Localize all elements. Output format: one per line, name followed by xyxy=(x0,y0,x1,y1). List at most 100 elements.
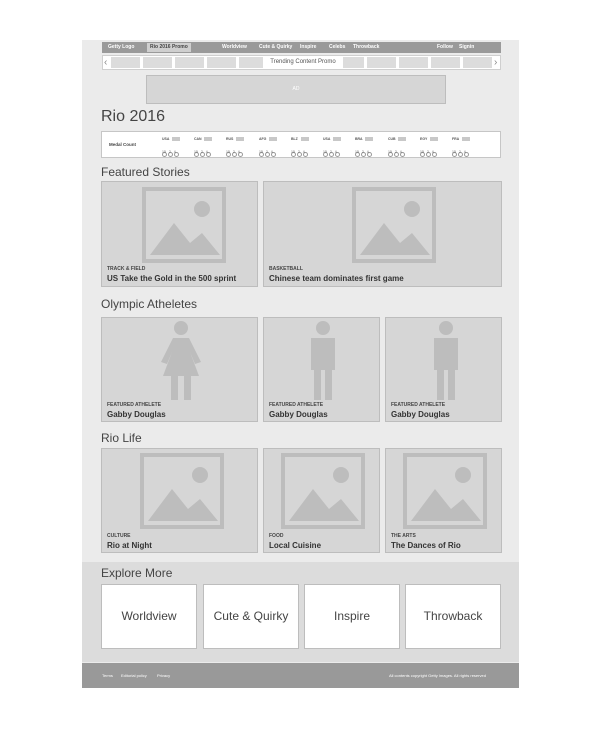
trending-tile[interactable] xyxy=(143,57,172,68)
copyright-text: All contents copyright Getty Images. All… xyxy=(389,673,486,678)
country-code: CUB xyxy=(388,137,396,141)
signin-link[interactable]: Signin xyxy=(459,42,474,53)
footer-link-privacy[interactable]: Privacy xyxy=(157,673,170,678)
flag-icon xyxy=(204,137,212,141)
flag-icon xyxy=(236,137,244,141)
flag-icon xyxy=(430,137,438,141)
athlete-name[interactable]: Gabby Douglas xyxy=(107,410,166,419)
flag-icon xyxy=(269,137,277,141)
flag-icon xyxy=(301,137,309,141)
medal-numbers: 15 2 4 xyxy=(355,150,369,154)
country-code: USA xyxy=(323,137,331,141)
country-code: BRA xyxy=(355,137,363,141)
explore-worldview-button[interactable]: Worldview xyxy=(101,584,197,649)
rio-life-heading: Rio Life xyxy=(101,431,142,445)
trending-tile[interactable] xyxy=(431,57,460,68)
athlete-card[interactable]: FEATURED ATHELETE Gabby Douglas xyxy=(385,317,502,422)
medal-country: CUB 15 2 4 xyxy=(388,137,414,157)
explore-inspire-button[interactable]: Inspire xyxy=(304,584,400,649)
featured-story-card[interactable]: BASKETBALL Chinese team dominates first … xyxy=(263,181,502,287)
country-code: BLZ xyxy=(291,137,298,141)
country-code: AFG xyxy=(259,137,267,141)
athlete-card[interactable]: FEATURED ATHELETE Gabby Douglas xyxy=(101,317,258,422)
rio-life-card[interactable]: THE ARTS The Dances of Rio xyxy=(385,448,502,553)
rio-promo-tab[interactable]: Rio 2016 Promo xyxy=(147,43,191,52)
athlete-name[interactable]: Gabby Douglas xyxy=(269,410,328,419)
chevron-right-icon[interactable]: › xyxy=(494,56,497,69)
country-code: EGY xyxy=(420,137,428,141)
explore-throwback-button[interactable]: Throwback xyxy=(405,584,501,649)
nav-link-celebs[interactable]: Celebs xyxy=(329,42,345,53)
medal-count-label: Medal Count xyxy=(109,142,136,147)
medal-country: USA 15 2 4 xyxy=(323,137,349,157)
story-category: THE ARTS xyxy=(391,533,416,539)
medal-country: RUS 15 2 4 xyxy=(226,137,252,157)
top-nav: Getty Logo Rio 2016 Promo Worldview Cute… xyxy=(102,42,501,53)
rio-life-card[interactable]: CULTURE Rio at Night xyxy=(101,448,258,553)
country-code: FRA xyxy=(452,137,460,141)
athlete-card[interactable]: FEATURED ATHELETE Gabby Douglas xyxy=(263,317,380,422)
footer-link-terms[interactable]: Terms xyxy=(102,673,113,678)
country-code: CAN xyxy=(194,137,202,141)
image-placeholder-icon xyxy=(140,453,224,529)
country-code: RUS xyxy=(226,137,234,141)
footer: Terms Editorial policy Privacy All conte… xyxy=(82,663,519,688)
trending-label: Trending Content Promo xyxy=(263,56,343,69)
story-title[interactable]: Rio at Night xyxy=(107,541,152,550)
trending-tile[interactable] xyxy=(111,57,140,68)
medal-country: BLZ 15 2 4 xyxy=(291,137,317,157)
story-title[interactable]: Chinese team dominates first game xyxy=(269,274,404,283)
flag-icon xyxy=(365,137,373,141)
rio-life-card[interactable]: FOOD Local Cuisine xyxy=(263,448,380,553)
medal-numbers: 15 2 4 xyxy=(388,150,402,154)
ad-banner[interactable]: AD xyxy=(146,75,446,104)
trending-tile[interactable] xyxy=(463,57,492,68)
male-figure-icon xyxy=(311,321,335,400)
female-figure-icon xyxy=(161,321,201,400)
nav-link-worldview[interactable]: Worldview xyxy=(222,42,247,53)
trending-tile[interactable] xyxy=(399,57,428,68)
featured-story-card[interactable]: TRACK & FIELD US Take the Gold in the 50… xyxy=(101,181,258,287)
story-title[interactable]: The Dances of Rio xyxy=(391,541,461,550)
medal-country: AFG 15 2 4 xyxy=(259,137,285,157)
footer-link-editorial-policy[interactable]: Editorial policy xyxy=(121,673,147,678)
athlete-category: FEATURED ATHELETE xyxy=(107,402,162,408)
flag-icon xyxy=(462,137,470,141)
flag-icon xyxy=(333,137,341,141)
medal-numbers: 15 2 4 xyxy=(162,150,176,154)
nav-link-throwback[interactable]: Throwback xyxy=(353,42,379,53)
medal-country: FRA 15 2 4 xyxy=(452,137,478,157)
trending-tile[interactable] xyxy=(207,57,236,68)
medal-numbers: 15 2 4 xyxy=(291,150,305,154)
story-category: CULTURE xyxy=(107,533,131,539)
nav-link-cute-quirky[interactable]: Cute & Quirky xyxy=(259,42,292,53)
featured-stories-heading: Featured Stories xyxy=(101,165,190,179)
medal-count-bar: Medal Count USA 15 2 4 CAN 15 2 4 RUS 15 2 … xyxy=(101,131,501,158)
trending-tile[interactable] xyxy=(175,57,204,68)
athlete-name[interactable]: Gabby Douglas xyxy=(391,410,450,419)
nav-link-inspire[interactable]: Inspire xyxy=(300,42,316,53)
image-placeholder-icon xyxy=(281,453,365,529)
explore-heading: Explore More xyxy=(101,566,173,580)
story-category: BASKETBALL xyxy=(269,266,303,272)
medal-numbers: 15 2 4 xyxy=(323,150,337,154)
follow-link[interactable]: Follow xyxy=(437,42,453,53)
flag-icon xyxy=(398,137,406,141)
explore-cute-quirky-button[interactable]: Cute & Quirky xyxy=(203,584,299,649)
trending-tile[interactable] xyxy=(367,57,396,68)
medal-numbers: 15 2 4 xyxy=(194,150,208,154)
story-title[interactable]: US Take the Gold in the 500 sprint xyxy=(107,274,236,283)
athlete-category: FEATURED ATHELETE xyxy=(269,402,324,408)
medal-country: CAN 15 2 4 xyxy=(194,137,220,157)
image-placeholder-icon xyxy=(352,187,436,263)
story-title[interactable]: Local Cuisine xyxy=(269,541,321,550)
chevron-left-icon[interactable]: ‹ xyxy=(104,56,107,69)
getty-logo[interactable]: Getty Logo xyxy=(108,42,134,53)
story-category: TRACK & FIELD xyxy=(107,266,146,272)
athletes-heading: Olympic Atheletes xyxy=(101,297,198,311)
athlete-category: FEATURED ATHELETE xyxy=(391,402,446,408)
medal-country: BRA 15 2 4 xyxy=(355,137,381,157)
image-placeholder-icon xyxy=(403,453,487,529)
medal-numbers: 15 2 4 xyxy=(259,150,273,154)
country-code: USA xyxy=(162,137,170,141)
